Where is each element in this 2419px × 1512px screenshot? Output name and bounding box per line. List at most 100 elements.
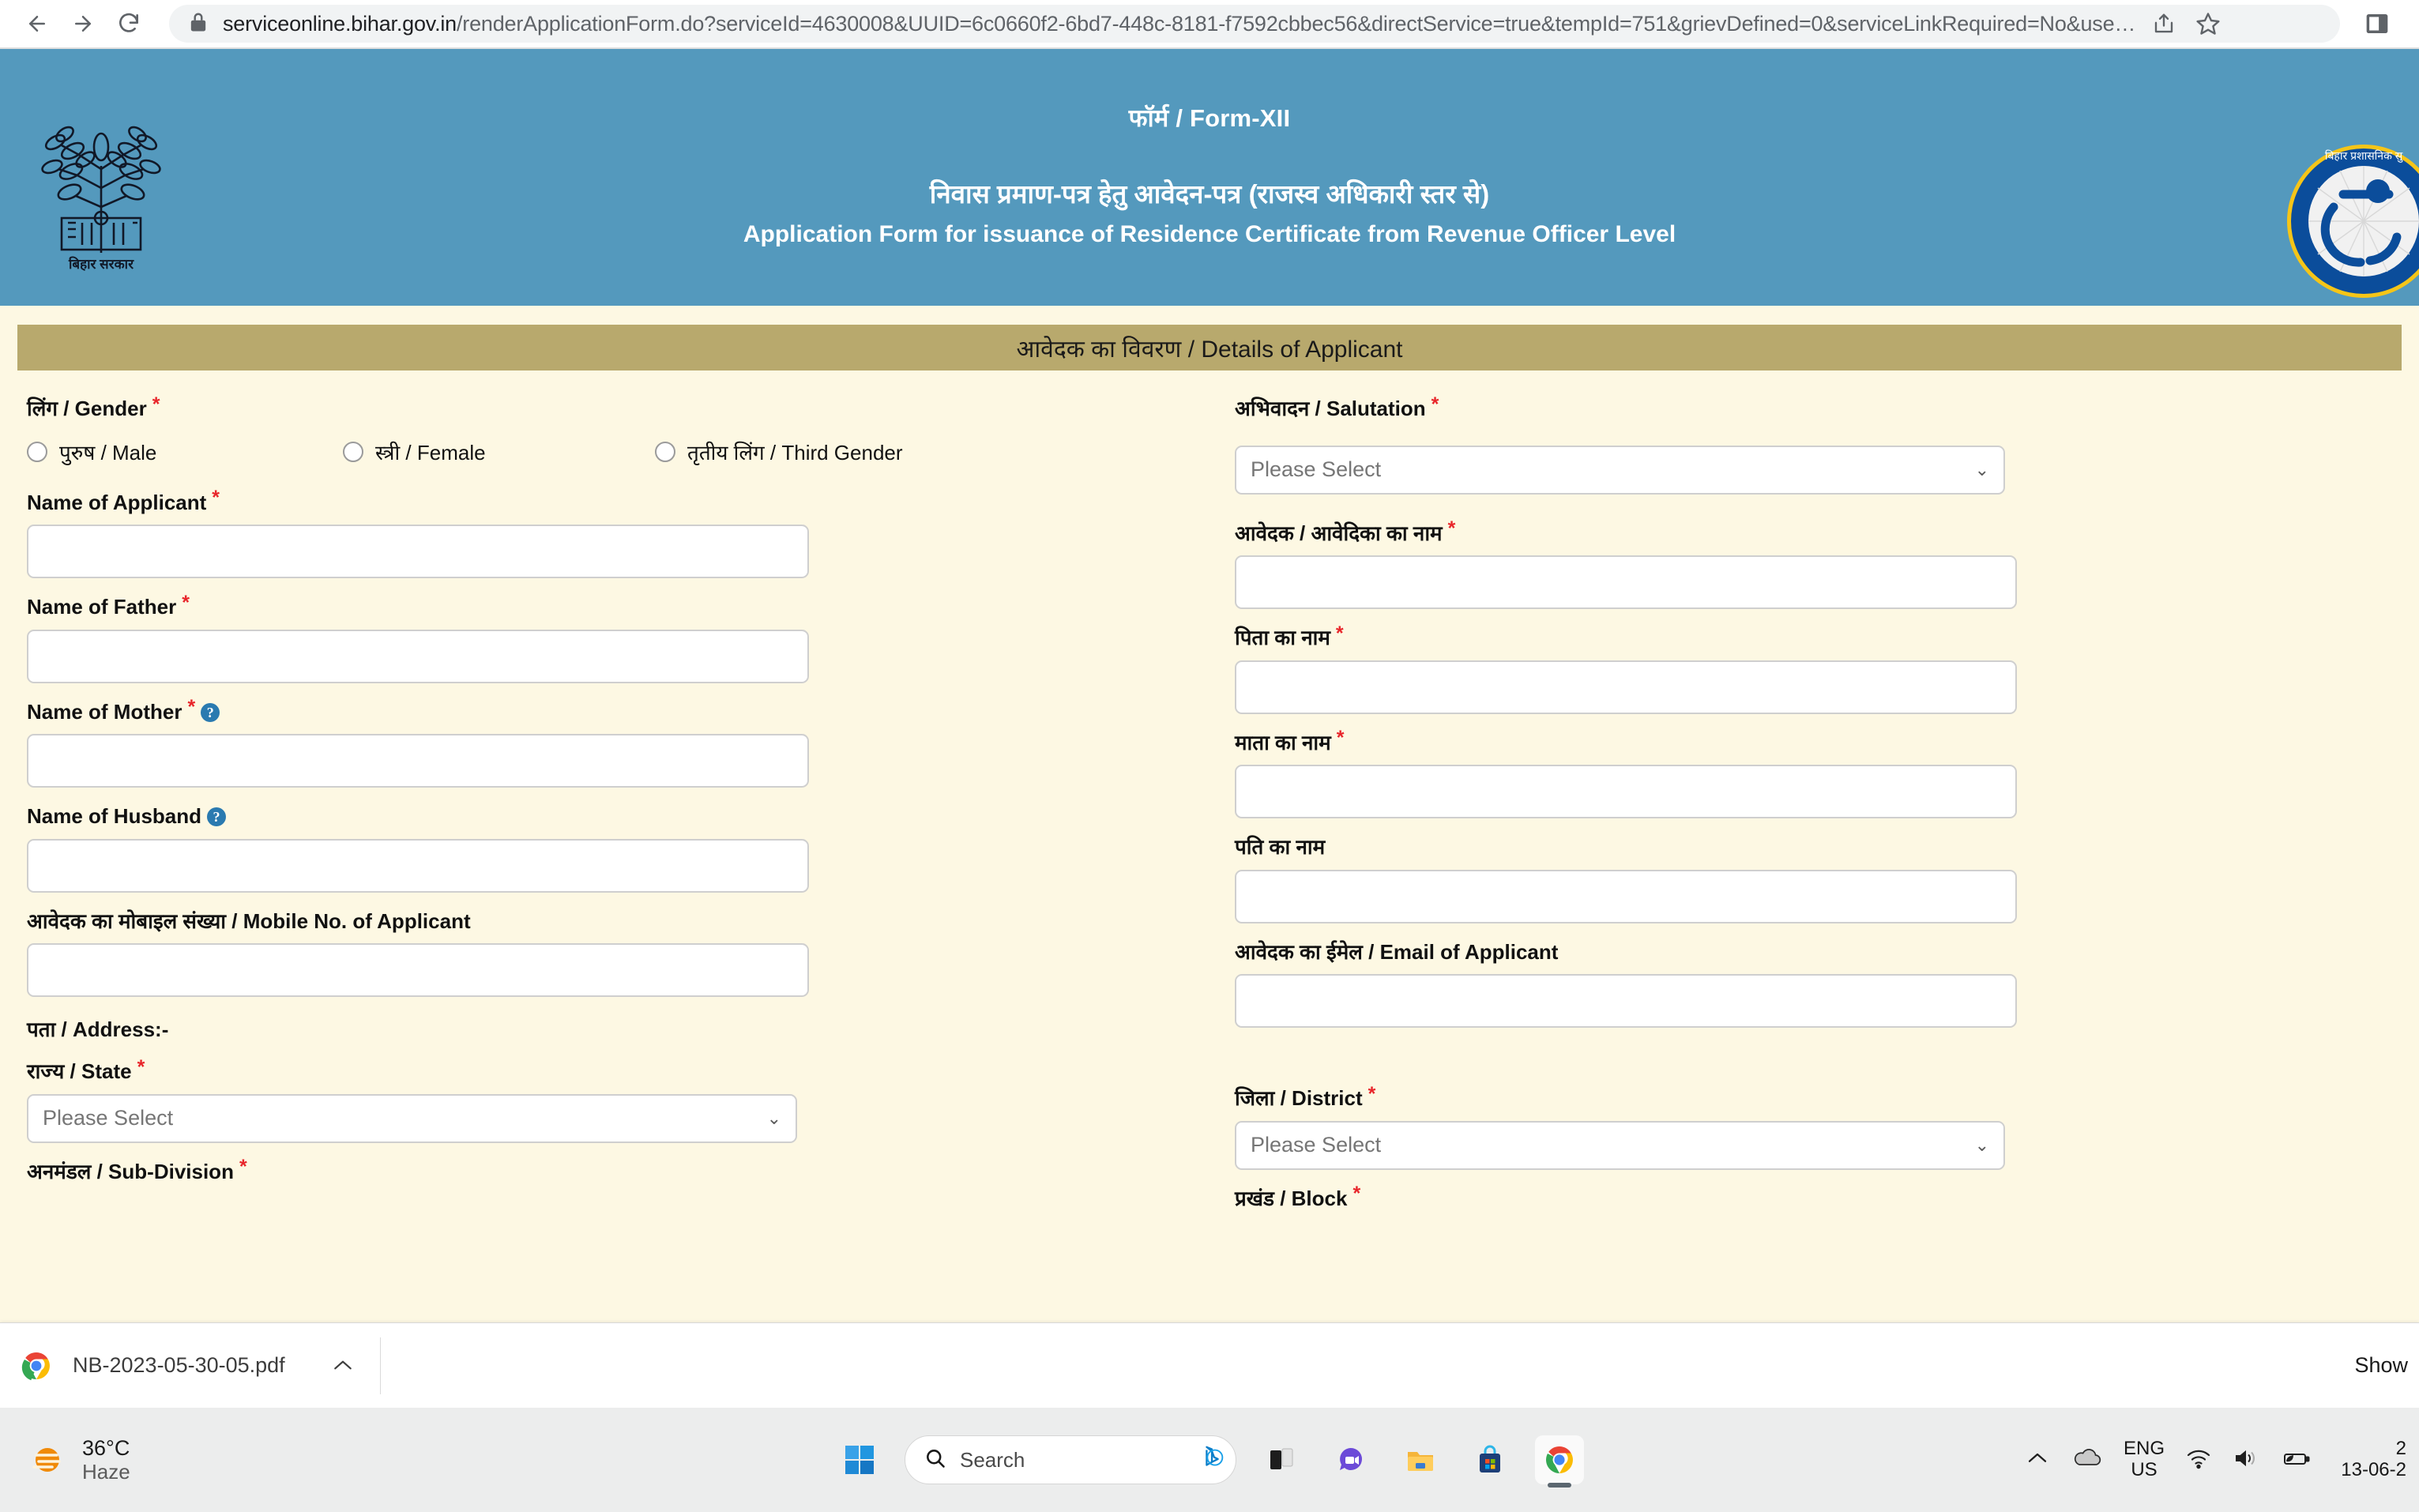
input-name-of-husband-hindi[interactable] bbox=[1235, 869, 2017, 923]
clock[interactable]: 2 13-06-2 bbox=[2334, 1438, 2406, 1481]
volume-icon[interactable] bbox=[2233, 1447, 2259, 1473]
input-name-of-mother-hindi[interactable] bbox=[1235, 765, 2017, 818]
search-input[interactable]: Search bbox=[905, 1435, 1236, 1484]
svg-text:बिहार प्रशासनिक सु: बिहार प्रशासनिक सु bbox=[2325, 149, 2403, 163]
windows-start-icon[interactable] bbox=[835, 1435, 884, 1484]
label-name-of-applicant: Name of Applicant * bbox=[27, 479, 1179, 525]
tray-expand-chevron-icon[interactable] bbox=[2026, 1449, 2049, 1472]
form-title-english: Application Form for issuance of Residen… bbox=[743, 220, 1676, 247]
input-name-of-applicant[interactable] bbox=[27, 525, 809, 578]
chevron-up-icon[interactable] bbox=[333, 1353, 353, 1378]
label-text: Name of Father bbox=[27, 595, 177, 619]
input-email[interactable] bbox=[1235, 974, 2017, 1028]
haze-sun-icon bbox=[28, 1441, 66, 1479]
required-asterisk: * bbox=[152, 393, 160, 416]
system-tray: ENG US 2 13-06-2 bbox=[2026, 1408, 2419, 1512]
radio-label-male: पुरुष / Male bbox=[59, 440, 157, 465]
language-code: ENG bbox=[2123, 1438, 2165, 1460]
required-asterisk: * bbox=[239, 1156, 247, 1179]
select-salutation-value: Please Select bbox=[1251, 457, 1382, 481]
input-name-of-mother[interactable] bbox=[27, 734, 809, 788]
help-icon[interactable]: ? bbox=[207, 807, 227, 827]
battery-eco-icon[interactable] bbox=[2280, 1447, 2313, 1473]
chevron-down-icon: ⌄ bbox=[1974, 459, 1989, 480]
required-asterisk: * bbox=[1336, 727, 1345, 750]
input-name-of-applicant-hindi[interactable] bbox=[1235, 555, 2017, 609]
weather-temperature: 36°C bbox=[82, 1435, 130, 1460]
radio-gender-third[interactable]: तृतीय लिंग / Third Gender bbox=[655, 438, 903, 466]
field-name-of-husband: Name of Husband ? bbox=[27, 792, 1179, 893]
radio-gender-female[interactable]: स्त्री / Female bbox=[343, 438, 655, 466]
address-heading: पता / Address:- bbox=[27, 1017, 169, 1041]
back-button[interactable] bbox=[14, 1, 60, 47]
input-name-of-father-hindi[interactable] bbox=[1235, 660, 2017, 714]
field-name-of-husband-hindi: पति का नाम bbox=[1235, 823, 2395, 923]
label-text: अनमंडल / Sub-Division bbox=[27, 1159, 234, 1183]
label-text: आवेदक / आवेदिका का नाम bbox=[1235, 521, 1443, 545]
clock-date: 13-06-2 bbox=[2341, 1459, 2406, 1480]
radio-circle-icon[interactable] bbox=[655, 441, 675, 462]
label-text: Name of Applicant bbox=[27, 490, 207, 514]
file-explorer-icon[interactable] bbox=[1396, 1435, 1445, 1484]
page-content: बिहार सरकार फॉर्म / Form-XII निवास प्रमा… bbox=[0, 49, 2419, 1322]
show-all-downloads-button[interactable]: Show bbox=[2354, 1353, 2419, 1378]
input-name-of-father[interactable] bbox=[27, 629, 809, 683]
reload-button[interactable] bbox=[106, 1, 152, 47]
label-name-of-applicant-hindi: आवेदक / आवेदिका का नाम * bbox=[1235, 499, 2395, 556]
label-text: पिता का नाम bbox=[1235, 626, 1330, 649]
onedrive-cloud-icon[interactable] bbox=[2070, 1446, 2103, 1474]
field-mobile-number: आवेदक का मोबाइल संख्या / Mobile No. of A… bbox=[27, 897, 1179, 997]
input-name-of-husband[interactable] bbox=[27, 838, 809, 893]
language-indicator[interactable]: ENG US bbox=[2123, 1438, 2165, 1481]
chevron-down-icon: ⌄ bbox=[1974, 1134, 1989, 1155]
label-name-of-father: Name of Father * bbox=[27, 583, 1179, 630]
language-region: US bbox=[2131, 1459, 2158, 1480]
radio-gender-male[interactable]: पुरुष / Male bbox=[27, 438, 343, 466]
select-district[interactable]: Please Select ⌄ bbox=[1235, 1120, 2005, 1170]
download-shelf: NB-2023-05-30-05.pdf Show bbox=[0, 1322, 2419, 1408]
label-gender: लिंग / Gender * bbox=[27, 385, 1179, 431]
forward-button[interactable] bbox=[60, 1, 106, 47]
url-host: serviceonline.bihar.gov.in bbox=[223, 11, 457, 36]
required-asterisk: * bbox=[1447, 517, 1456, 540]
section-wrapper: आवेदक का विवरण / Details of Applicant bbox=[0, 306, 2419, 370]
field-name-of-mother: Name of Mother * ? bbox=[27, 688, 1179, 788]
field-name-of-applicant-hindi: आवेदक / आवेदिका का नाम * bbox=[1235, 499, 2395, 609]
google-chrome-icon[interactable] bbox=[1535, 1435, 1584, 1484]
help-icon[interactable]: ? bbox=[201, 702, 220, 722]
side-panel-icon[interactable] bbox=[2349, 0, 2405, 48]
windows-taskbar: 36°C Haze Search ENG US 2 13-06-2 bbox=[0, 1408, 2419, 1512]
star-icon[interactable] bbox=[2186, 5, 2230, 43]
label-salutation: अभिवादन / Salutation * bbox=[1235, 385, 2395, 431]
banner-text: फॉर्म / Form-XII निवास प्रमाण-पत्र हेतु … bbox=[538, 101, 1881, 248]
label-text: प्रखंड / Block bbox=[1235, 1186, 1348, 1210]
taskbar-center-group: Search bbox=[835, 1435, 1584, 1484]
svg-text:बिहार सरकार: बिहार सरकार bbox=[68, 256, 134, 272]
address-bar[interactable]: serviceonline.bihar.gov.in/renderApplica… bbox=[169, 5, 2340, 43]
select-salutation[interactable]: Please Select ⌄ bbox=[1235, 445, 2005, 495]
input-mobile-number[interactable] bbox=[27, 943, 809, 997]
select-district-value: Please Select bbox=[1251, 1133, 1382, 1157]
required-asterisk: * bbox=[1431, 393, 1439, 416]
microsoft-store-icon[interactable] bbox=[1465, 1435, 1514, 1484]
bing-chat-icon[interactable] bbox=[1198, 1443, 1228, 1477]
weather-widget[interactable]: 36°C Haze bbox=[0, 1436, 130, 1484]
wifi-icon[interactable] bbox=[2185, 1447, 2212, 1473]
form-number: फॉर्म / Form-XII bbox=[1128, 103, 1291, 132]
task-view-icon[interactable] bbox=[1257, 1435, 1306, 1484]
select-state[interactable]: Please Select ⌄ bbox=[27, 1093, 797, 1143]
weather-condition: Haze bbox=[82, 1459, 130, 1484]
download-item[interactable]: NB-2023-05-30-05.pdf bbox=[0, 1350, 353, 1382]
label-text: Name of Husband bbox=[27, 804, 202, 828]
teams-chat-icon[interactable] bbox=[1326, 1435, 1375, 1484]
share-icon[interactable] bbox=[2142, 5, 2186, 43]
section-header-applicant-details: आवेदक का विवरण / Details of Applicant bbox=[17, 325, 2402, 370]
radio-circle-icon[interactable] bbox=[343, 441, 363, 462]
lock-icon bbox=[190, 12, 207, 36]
label-state: राज्य / State * bbox=[27, 1047, 1179, 1094]
radio-circle-icon[interactable] bbox=[27, 441, 47, 462]
required-asterisk: * bbox=[212, 487, 220, 510]
chevron-down-icon: ⌄ bbox=[766, 1108, 781, 1128]
label-text: Name of Mother bbox=[27, 699, 182, 724]
label-text: अभिवादन / Salutation bbox=[1235, 397, 1426, 420]
